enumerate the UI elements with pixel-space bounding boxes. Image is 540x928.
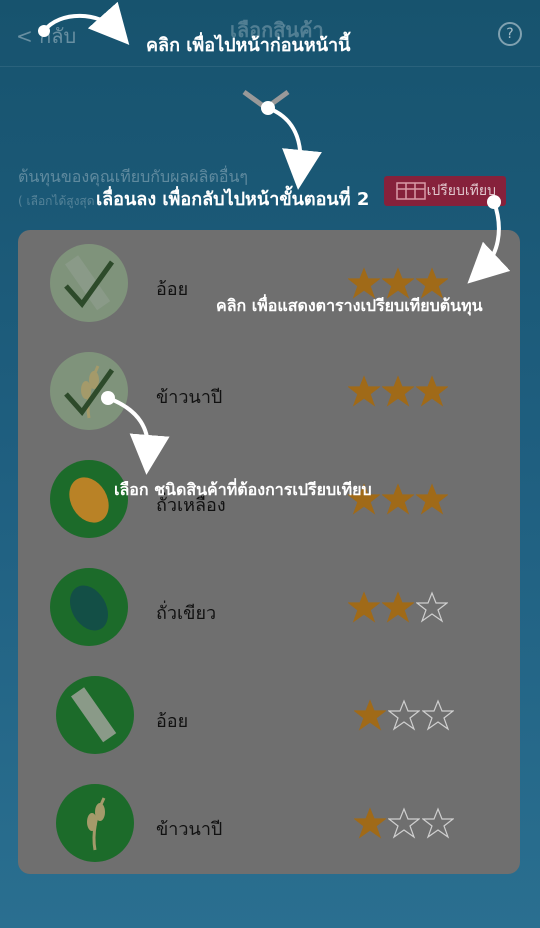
annotation-arrow-back [38, 1, 511, 475]
